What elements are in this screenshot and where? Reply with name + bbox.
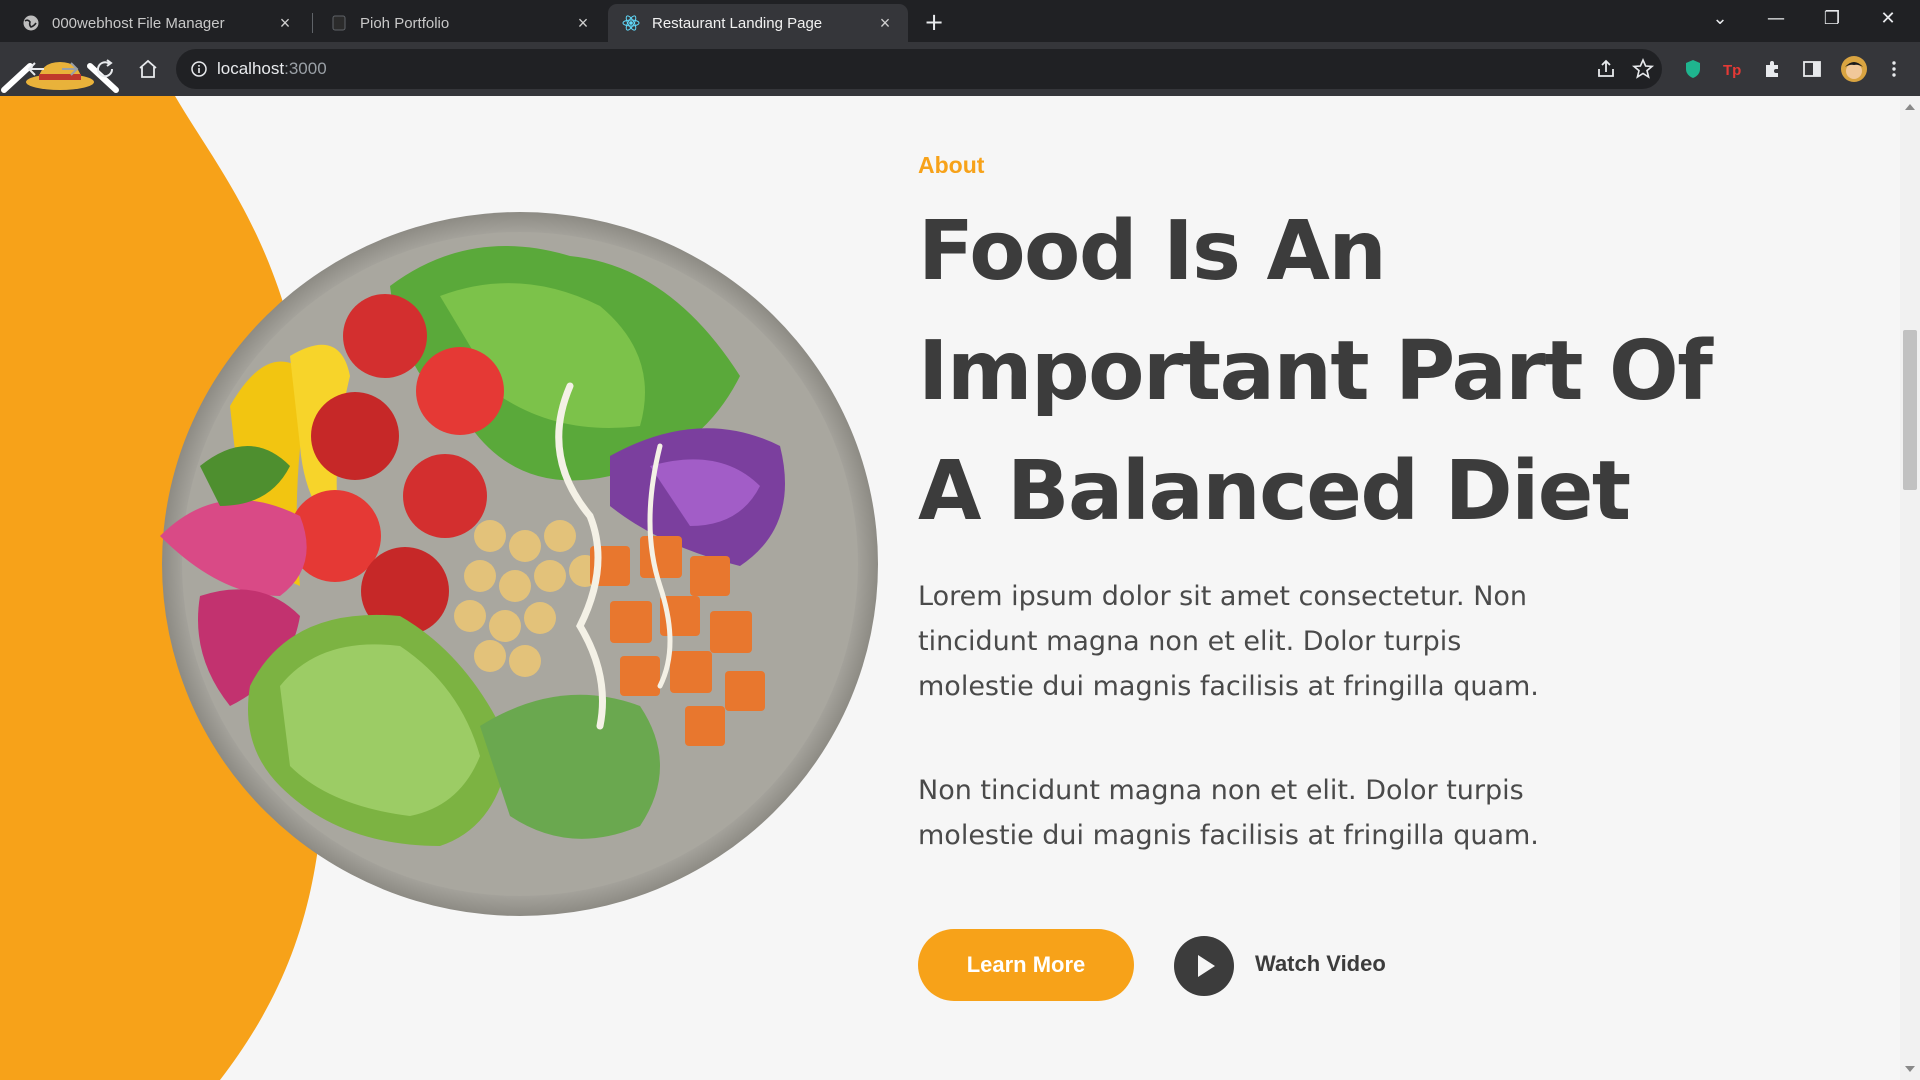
home-icon[interactable] (136, 57, 160, 81)
page-title: Food Is An Important Part Of A Balanced … (918, 204, 1713, 539)
tab-file-manager[interactable]: 000webhost File Manager × (8, 4, 308, 42)
reload-icon[interactable] (93, 57, 117, 81)
menu-dots-icon[interactable] (1882, 57, 1906, 81)
extension-tp-icon[interactable]: Tp (1720, 57, 1744, 81)
scrollbar-thumb[interactable] (1903, 330, 1917, 490)
scroll-down-arrow-icon[interactable] (1905, 1066, 1915, 1072)
url-text[interactable]: localhost:3000 (217, 59, 327, 79)
new-tab-button[interactable]: + (920, 9, 948, 37)
section-label: About (918, 152, 985, 178)
close-icon[interactable]: × (876, 14, 894, 32)
browser-toolbar: localhost:3000 Tp (0, 42, 1920, 96)
url-host: localhost (217, 59, 285, 78)
browser-tab-bar: 000webhost File Manager × Pioh Portfolio… (0, 0, 1920, 42)
tab-separator (312, 13, 313, 33)
extensions-puzzle-icon[interactable] (1760, 57, 1784, 81)
page-scrollbar[interactable] (1900, 96, 1920, 1080)
watch-video-label[interactable]: Watch Video (1255, 951, 1386, 977)
tab-title: Restaurant Landing Page (652, 14, 823, 32)
watch-video-button[interactable] (1174, 936, 1234, 996)
profile-avatar-icon[interactable] (1840, 55, 1868, 83)
learn-more-button[interactable]: Learn More (918, 929, 1134, 1001)
tab-title: Pioh Portfolio (360, 14, 450, 32)
tab-restaurant[interactable]: Restaurant Landing Page × (608, 4, 908, 42)
restore-button[interactable]: ❐ (1804, 0, 1860, 40)
svg-text:Tp: Tp (1723, 62, 1741, 79)
close-icon[interactable]: × (276, 14, 294, 32)
description-paragraph-2: Non tincidunt magna non et elit. Dolor t… (918, 775, 1539, 851)
page-icon (332, 15, 346, 31)
url-port: :3000 (284, 59, 327, 78)
description-paragraph-1: Lorem ipsum dolor sit amet consectetur. … (918, 581, 1539, 702)
tab-title: 000webhost File Manager (52, 14, 225, 32)
address-bar[interactable]: localhost:3000 (176, 49, 1662, 89)
about-section: About Food Is An Important Part Of A Bal… (0, 96, 1900, 1080)
forward-icon[interactable] (58, 57, 82, 81)
scroll-up-arrow-icon[interactable] (1905, 104, 1915, 110)
back-icon[interactable] (24, 57, 48, 81)
extension-shield-icon[interactable] (1681, 57, 1705, 81)
bookmark-star-icon[interactable] (1631, 57, 1655, 81)
close-icon[interactable]: × (574, 14, 592, 32)
close-window-button[interactable]: ✕ (1860, 0, 1916, 40)
share-icon[interactable] (1594, 57, 1618, 81)
globe-icon (23, 15, 39, 31)
salad-bowl-image (160, 212, 878, 916)
tab-search-button[interactable]: ⌄ (1692, 0, 1748, 40)
side-panel-icon[interactable] (1800, 57, 1824, 81)
info-icon[interactable] (190, 60, 208, 78)
tab-portfolio[interactable]: Pioh Portfolio × (316, 4, 606, 42)
minimize-button[interactable]: — (1748, 0, 1804, 40)
play-icon (1198, 955, 1215, 977)
react-icon (622, 15, 640, 31)
